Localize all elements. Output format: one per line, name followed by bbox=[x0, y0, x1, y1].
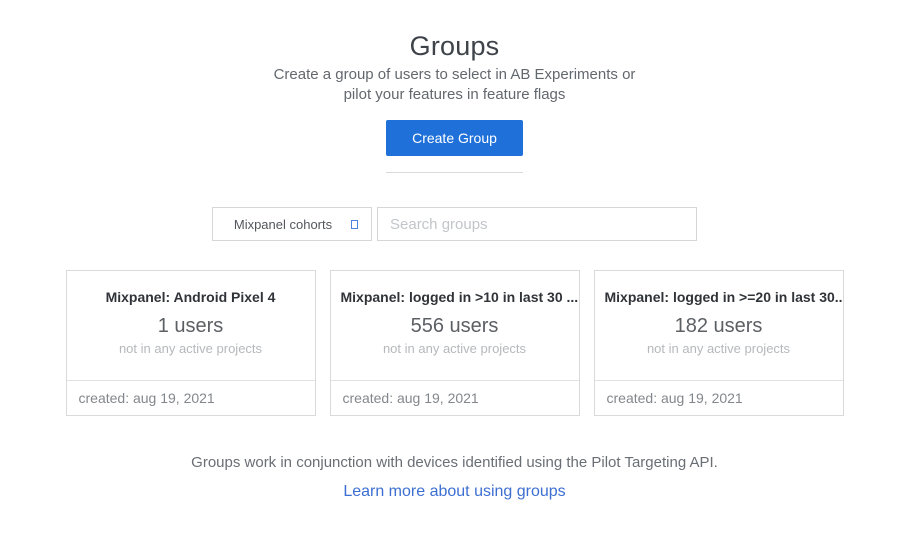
cohort-source-dropdown[interactable]: Mixpanel cohorts bbox=[212, 207, 372, 241]
group-project-status: not in any active projects bbox=[67, 340, 315, 357]
filter-row: Mixpanel cohorts bbox=[0, 207, 909, 241]
page-subtitle: Create a group of users to select in AB … bbox=[0, 65, 909, 105]
group-project-status: not in any active projects bbox=[595, 340, 843, 357]
page-subtitle-line: Create a group of users to select in AB … bbox=[0, 65, 909, 85]
group-user-count: 182 users bbox=[595, 314, 843, 338]
search-groups-input[interactable] bbox=[377, 207, 697, 241]
group-card[interactable]: Mixpanel: logged in >10 in last 30 ... 5… bbox=[330, 270, 580, 416]
group-created-date: created: aug 19, 2021 bbox=[67, 380, 315, 415]
group-card-body: Mixpanel: Android Pixel 4 1 users not in… bbox=[67, 271, 315, 380]
group-user-count: 556 users bbox=[331, 314, 579, 338]
group-project-status: not in any active projects bbox=[331, 340, 579, 357]
group-name: Mixpanel: Android Pixel 4 bbox=[67, 288, 315, 306]
page-subtitle-line: pilot your features in feature flags bbox=[0, 85, 909, 105]
cohort-dropdown-selected-value: Mixpanel cohorts bbox=[234, 217, 350, 232]
page-header: Groups Create a group of users to select… bbox=[0, 0, 909, 173]
page-title: Groups bbox=[0, 30, 909, 62]
page-footer: Groups work in conjunction with devices … bbox=[0, 453, 909, 501]
dropdown-indicator-icon bbox=[351, 220, 358, 229]
create-group-button[interactable]: Create Group bbox=[386, 120, 523, 156]
group-card[interactable]: Mixpanel: Android Pixel 4 1 users not in… bbox=[66, 270, 316, 416]
learn-more-link[interactable]: Learn more about using groups bbox=[343, 483, 565, 501]
group-card[interactable]: Mixpanel: logged in >=20 in last 30... 1… bbox=[594, 270, 844, 416]
group-user-count: 1 users bbox=[67, 314, 315, 338]
group-name: Mixpanel: logged in >=20 in last 30... bbox=[595, 288, 843, 306]
footer-info-text: Groups work in conjunction with devices … bbox=[0, 453, 909, 473]
header-divider bbox=[386, 172, 523, 173]
group-card-body: Mixpanel: logged in >10 in last 30 ... 5… bbox=[331, 271, 579, 380]
group-card-body: Mixpanel: logged in >=20 in last 30... 1… bbox=[595, 271, 843, 380]
group-cards-row: Mixpanel: Android Pixel 4 1 users not in… bbox=[0, 270, 909, 416]
group-created-date: created: aug 19, 2021 bbox=[595, 380, 843, 415]
group-created-date: created: aug 19, 2021 bbox=[331, 380, 579, 415]
group-name: Mixpanel: logged in >10 in last 30 ... bbox=[331, 288, 579, 306]
groups-page: Groups Create a group of users to select… bbox=[0, 0, 909, 558]
